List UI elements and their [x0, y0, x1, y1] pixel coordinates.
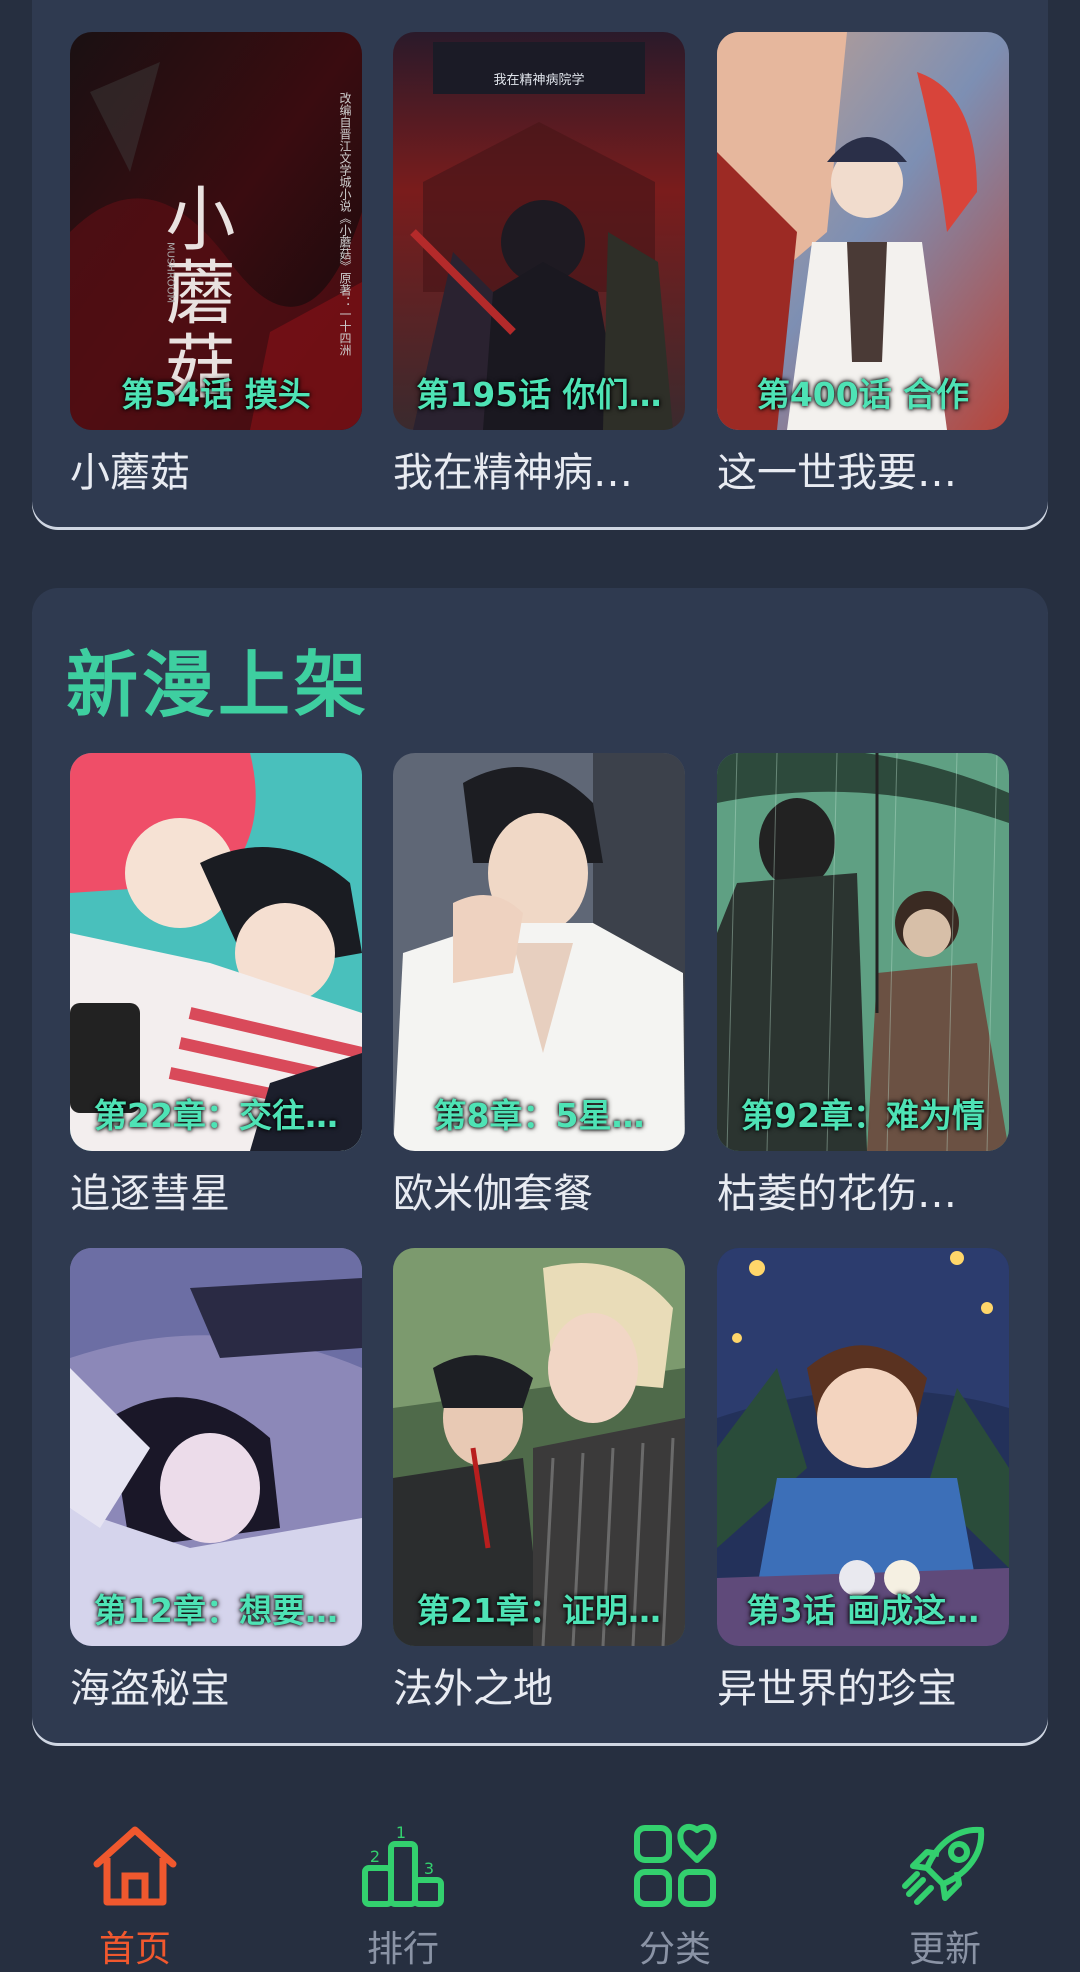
section-title: 新漫上架: [66, 643, 371, 727]
home-icon: [93, 1826, 177, 1906]
comic-item[interactable]: 第12章：想要… 海盗秘宝: [70, 1248, 362, 1714]
comic-item[interactable]: 我在精神病院学 第195话 你们… 我在精神病…: [393, 32, 685, 498]
comic-title: 海盗秘宝: [70, 1666, 230, 1712]
comic-title: 小蘑菇: [70, 450, 190, 496]
chapter-label: 第12章：想要…: [94, 1591, 338, 1630]
comic-cover[interactable]: 第12章：想要…: [70, 1248, 362, 1646]
svg-text:2: 2: [370, 1847, 380, 1866]
comic-item[interactable]: 第22章：交往… 追逐彗星: [70, 753, 362, 1219]
bottom-tab-bar: 首页 1 2 3 排行 分类 更新: [0, 1800, 1080, 1970]
comic-title: 我在精神病…: [393, 450, 633, 496]
comic-cover[interactable]: 第22章：交往…: [70, 753, 362, 1151]
comic-item[interactable]: 第21章：证明… 法外之地: [393, 1248, 685, 1714]
comic-item[interactable]: 小蘑菇 改编自晋江文学城小说《小蘑菇》原著：一十四洲 MUSHROOM 第54话…: [70, 32, 362, 498]
recommend-section-card: 小蘑菇 改编自晋江文学城小说《小蘑菇》原著：一十四洲 MUSHROOM 第54话…: [32, 0, 1048, 527]
chapter-label: 第8章：5星…: [433, 1096, 645, 1135]
chapter-label: 第400话 合作: [756, 375, 970, 414]
chapter-label: 第22章：交往…: [94, 1096, 338, 1135]
chapter-label: 第54话 摸头: [121, 375, 311, 414]
cover-subtitle-text: 我在精神病院学: [493, 72, 584, 88]
tab-label: 排行: [366, 1929, 439, 1970]
comic-title: 这一世我要…: [717, 450, 957, 496]
tab-category[interactable]: 分类: [590, 1818, 760, 1972]
comic-title: 欧米伽套餐: [393, 1171, 593, 1217]
comic-title: 法外之地: [393, 1666, 553, 1712]
cover-latin-text: MUSHROOM: [165, 242, 176, 303]
comic-item[interactable]: 第400话 合作 这一世我要…: [717, 32, 1009, 498]
tab-update[interactable]: 更新: [860, 1818, 1030, 1972]
svg-text:3: 3: [424, 1859, 434, 1878]
comic-title: 追逐彗星: [70, 1171, 230, 1217]
grid-icon: [634, 1823, 717, 1907]
comic-cover[interactable]: 我在精神病院学 第195话 你们…: [393, 32, 685, 430]
tab-label: 更新: [908, 1929, 981, 1970]
comic-cover[interactable]: 第8章：5星…: [393, 753, 685, 1151]
chapter-label: 第92章：难为情: [741, 1096, 985, 1135]
chapter-label: 第21章：证明…: [417, 1591, 661, 1630]
comic-item[interactable]: 第3话 画成这… 异世界的珍宝: [717, 1248, 1009, 1714]
tab-label: 分类: [638, 1929, 711, 1970]
comic-item[interactable]: 第8章：5星… 欧米伽套餐: [393, 753, 685, 1219]
rocket-icon: [902, 1826, 985, 1905]
comic-title: 枯萎的花伤…: [717, 1171, 957, 1217]
comic-cover[interactable]: 第21章：证明…: [393, 1248, 685, 1646]
comic-title: 异世界的珍宝: [717, 1666, 957, 1712]
comic-cover[interactable]: 第3话 画成这…: [717, 1248, 1009, 1646]
comic-cover[interactable]: 第400话 合作: [717, 32, 1009, 430]
svg-text:1: 1: [396, 1823, 406, 1842]
comic-cover[interactable]: 小蘑菇 改编自晋江文学城小说《小蘑菇》原著：一十四洲 MUSHROOM 第54话…: [70, 32, 362, 430]
comic-cover[interactable]: 第92章：难为情: [717, 753, 1009, 1151]
comic-item[interactable]: 第92章：难为情 枯萎的花伤…: [717, 753, 1009, 1219]
podium-icon: 1 2 3: [362, 1823, 444, 1907]
chapter-label: 第3话 画成这…: [746, 1591, 980, 1630]
tab-ranking[interactable]: 1 2 3 排行: [318, 1818, 488, 1972]
tab-label: 首页: [98, 1929, 171, 1970]
new-arrivals-card: 新漫上架 第22章：交往… 追逐彗星 第8章：5星… 欧米伽套餐 第92章：难为…: [32, 588, 1048, 1743]
cover-side-text: 改编自晋江文学城小说《小蘑菇》原著：一十四洲: [338, 92, 352, 356]
chapter-label: 第195话 你们…: [416, 375, 662, 414]
tab-home[interactable]: 首页: [50, 1818, 220, 1972]
